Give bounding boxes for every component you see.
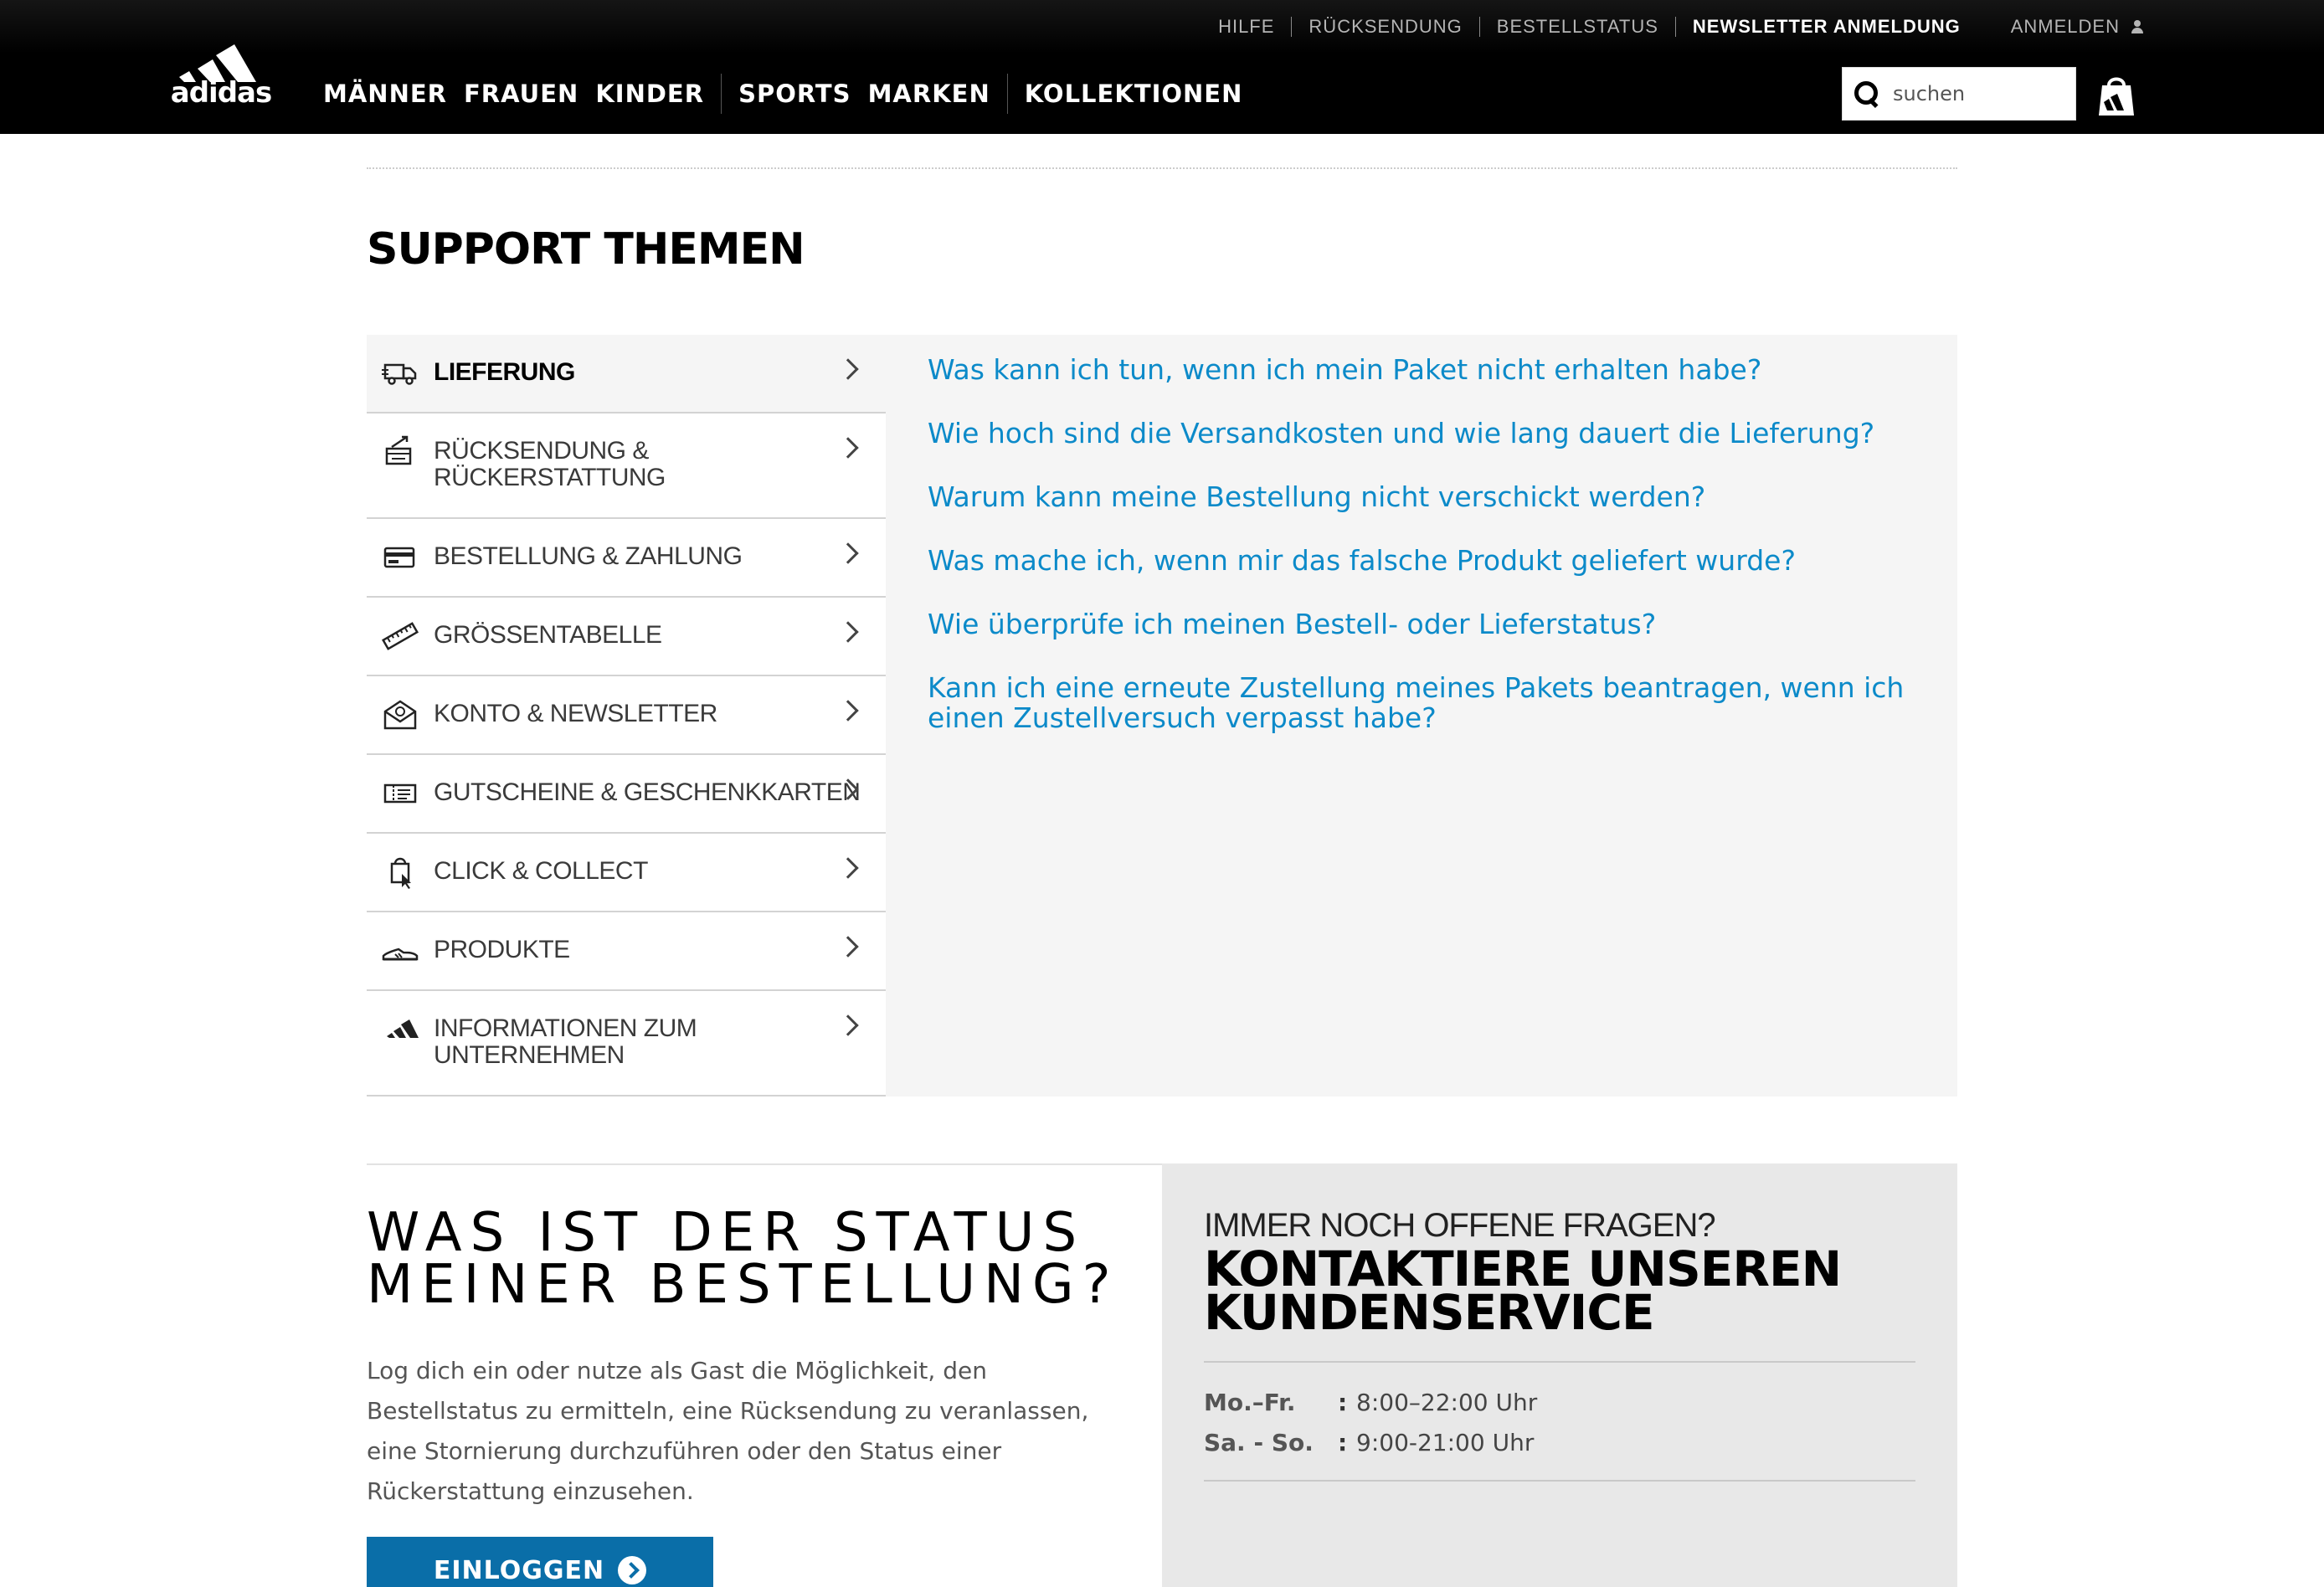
login-label: ANMELDEN [2010, 16, 2120, 37]
topic-label: GUTSCHEINE & GESCHENKKARTEN [434, 778, 861, 806]
search-input[interactable] [1893, 82, 2060, 105]
shopping-bag-icon[interactable] [2097, 74, 2136, 117]
chevron-right-icon [837, 1014, 859, 1036]
utility-bar: HILFE RÜCKSENDUNG BESTELLSTATUS NEWSLETT… [0, 0, 2324, 54]
nav-brands[interactable]: MARKEN [868, 80, 990, 108]
divider [1204, 1361, 1915, 1363]
topic-delivery[interactable]: LIEFERUNG [367, 335, 886, 413]
faq-panel: Was kann ich tun, wenn ich mein Paket ni… [886, 335, 1957, 1097]
hours-time: 9:00-21:00 Uhr [1356, 1429, 1535, 1456]
nav-collections[interactable]: KOLLEKTIONEN [1025, 80, 1243, 108]
contact-title: KONTAKTIERE UNSEREN KUNDENSERVICE [1204, 1240, 1842, 1341]
search-box[interactable] [1842, 67, 2076, 121]
topic-label: GRÖSSENTABELLE [434, 621, 662, 649]
faq-link[interactable]: Wie überprüfe ich meinen Bestell- oder L… [928, 609, 1915, 639]
hours-time: 8:00–22:00 Uhr [1356, 1389, 1538, 1416]
opening-hours: Mo.–Fr. : 8:00–22:00 Uhr Sa. - So. : 9:0… [1204, 1383, 1915, 1463]
topic-size-chart[interactable]: GRÖSSENTABELLE [367, 598, 886, 676]
nav-divider [721, 74, 722, 114]
topic-click-collect[interactable]: CLICK & COLLECT [367, 834, 886, 912]
shopping-bag-cursor-icon [390, 857, 411, 889]
contact-section: IMMER NOCH OFFENE FRAGEN? KONTAKTIERE UN… [1162, 1163, 1957, 1587]
user-icon [2131, 20, 2143, 33]
hours-day: Mo.–Fr. [1204, 1389, 1296, 1416]
utility-links: HILFE RÜCKSENDUNG BESTELLSTATUS NEWSLETT… [1201, 0, 2143, 54]
faq-link[interactable]: Warum kann meine Bestellung nicht versch… [928, 482, 1915, 512]
help-link[interactable]: HILFE [1201, 17, 1291, 37]
dotted-divider [367, 167, 1957, 169]
topic-account[interactable]: KONTO & NEWSLETTER [367, 676, 886, 755]
topic-company[interactable]: INFORMATIONEN ZUM UNTERNEHMEN [367, 991, 886, 1097]
adidas-logo-icon [387, 1019, 419, 1038]
faq-link[interactable]: Kann ich eine erneute Zustellung meines … [928, 673, 1915, 733]
return-icon [385, 435, 412, 465]
arrow-right-icon [618, 1556, 647, 1584]
contact-kicker: IMMER NOCH OFFENE FRAGEN? [1204, 1207, 1716, 1244]
topic-label: RÜCKSENDUNG & RÜCKERSTATTUNG [434, 437, 666, 491]
login-button-label: EINLOGGEN [433, 1555, 605, 1585]
credit-card-icon [383, 547, 415, 568]
faq-link[interactable]: Wie hoch sind die Versandkosten und wie … [928, 419, 1915, 449]
adidas-logo[interactable]: adidas [164, 30, 278, 109]
topic-vouchers[interactable]: GUTSCHEINE & GESCHENKKARTEN [367, 755, 886, 834]
faq-link[interactable]: Was kann ich tun, wenn ich mein Paket ni… [928, 355, 1915, 385]
hours-row: Mo.–Fr. : 8:00–22:00 Uhr [1204, 1383, 1915, 1423]
topic-orders[interactable]: BESTELLUNG & ZAHLUNG [367, 519, 886, 598]
ruler-icon [382, 622, 419, 650]
primary-nav: MÄNNER FRAUEN KINDER SPORTS MARKEN KOLLE… [323, 54, 1259, 134]
order-status-section: WAS IST DER STATUS MEINER BESTELLUNG? Lo… [367, 1163, 1162, 1587]
topic-label: BESTELLUNG & ZAHLUNG [434, 542, 743, 570]
topic-label: INFORMATIONEN ZUM UNTERNEHMEN [434, 1014, 697, 1069]
topic-label: KONTO & NEWSLETTER [434, 700, 717, 727]
search-icon[interactable] [1853, 80, 1881, 108]
truck-icon [382, 363, 417, 385]
returns-link[interactable]: RÜCKSENDUNG [1292, 17, 1478, 37]
hours-day: Sa. - So. [1204, 1429, 1314, 1456]
hours-row: Sa. - So. : 9:00-21:00 Uhr [1204, 1423, 1915, 1463]
topic-label: LIEFERUNG [434, 358, 575, 386]
nav-men[interactable]: MÄNNER [323, 80, 447, 108]
chevron-right-icon [837, 437, 859, 459]
topic-label: CLICK & COLLECT [434, 857, 648, 885]
order-status-link[interactable]: BESTELLSTATUS [1480, 17, 1675, 37]
page-title: SUPPORT THEMEN [367, 224, 805, 275]
voucher-icon [383, 783, 417, 804]
status-title: WAS IST DER STATUS MEINER BESTELLUNG? [367, 1202, 1119, 1316]
status-description: Log dich ein oder nutze als Gast die Mög… [367, 1357, 1089, 1505]
topic-list: LIEFERUNG RÜCKSENDUNG & RÜCKERSTATTUNG B… [367, 335, 886, 1097]
newsletter-link[interactable]: NEWSLETTER ANMELDUNG [1676, 17, 1994, 37]
logo-wordmark: adidas [171, 76, 271, 109]
login-button[interactable]: EINLOGGEN [367, 1537, 713, 1587]
divider [1204, 1480, 1915, 1482]
hours-separator: : [1338, 1429, 1348, 1456]
login-link[interactable]: ANMELDEN [1994, 17, 2143, 37]
nav-women[interactable]: FRAUEN [464, 80, 578, 108]
nav-divider [1006, 74, 1008, 114]
topic-returns[interactable]: RÜCKSENDUNG & RÜCKERSTATTUNG [367, 413, 886, 519]
nav-sports[interactable]: SPORTS [738, 80, 851, 108]
envelope-icon [383, 700, 417, 730]
shoe-icon [382, 948, 419, 961]
topic-label: PRODUKTE [434, 936, 570, 963]
nav-kids[interactable]: KINDER [595, 80, 704, 108]
hours-separator: : [1338, 1389, 1348, 1416]
topic-products[interactable]: PRODUKTE [367, 912, 886, 991]
faq-link[interactable]: Was mache ich, wenn mir das falsche Prod… [928, 546, 1915, 576]
